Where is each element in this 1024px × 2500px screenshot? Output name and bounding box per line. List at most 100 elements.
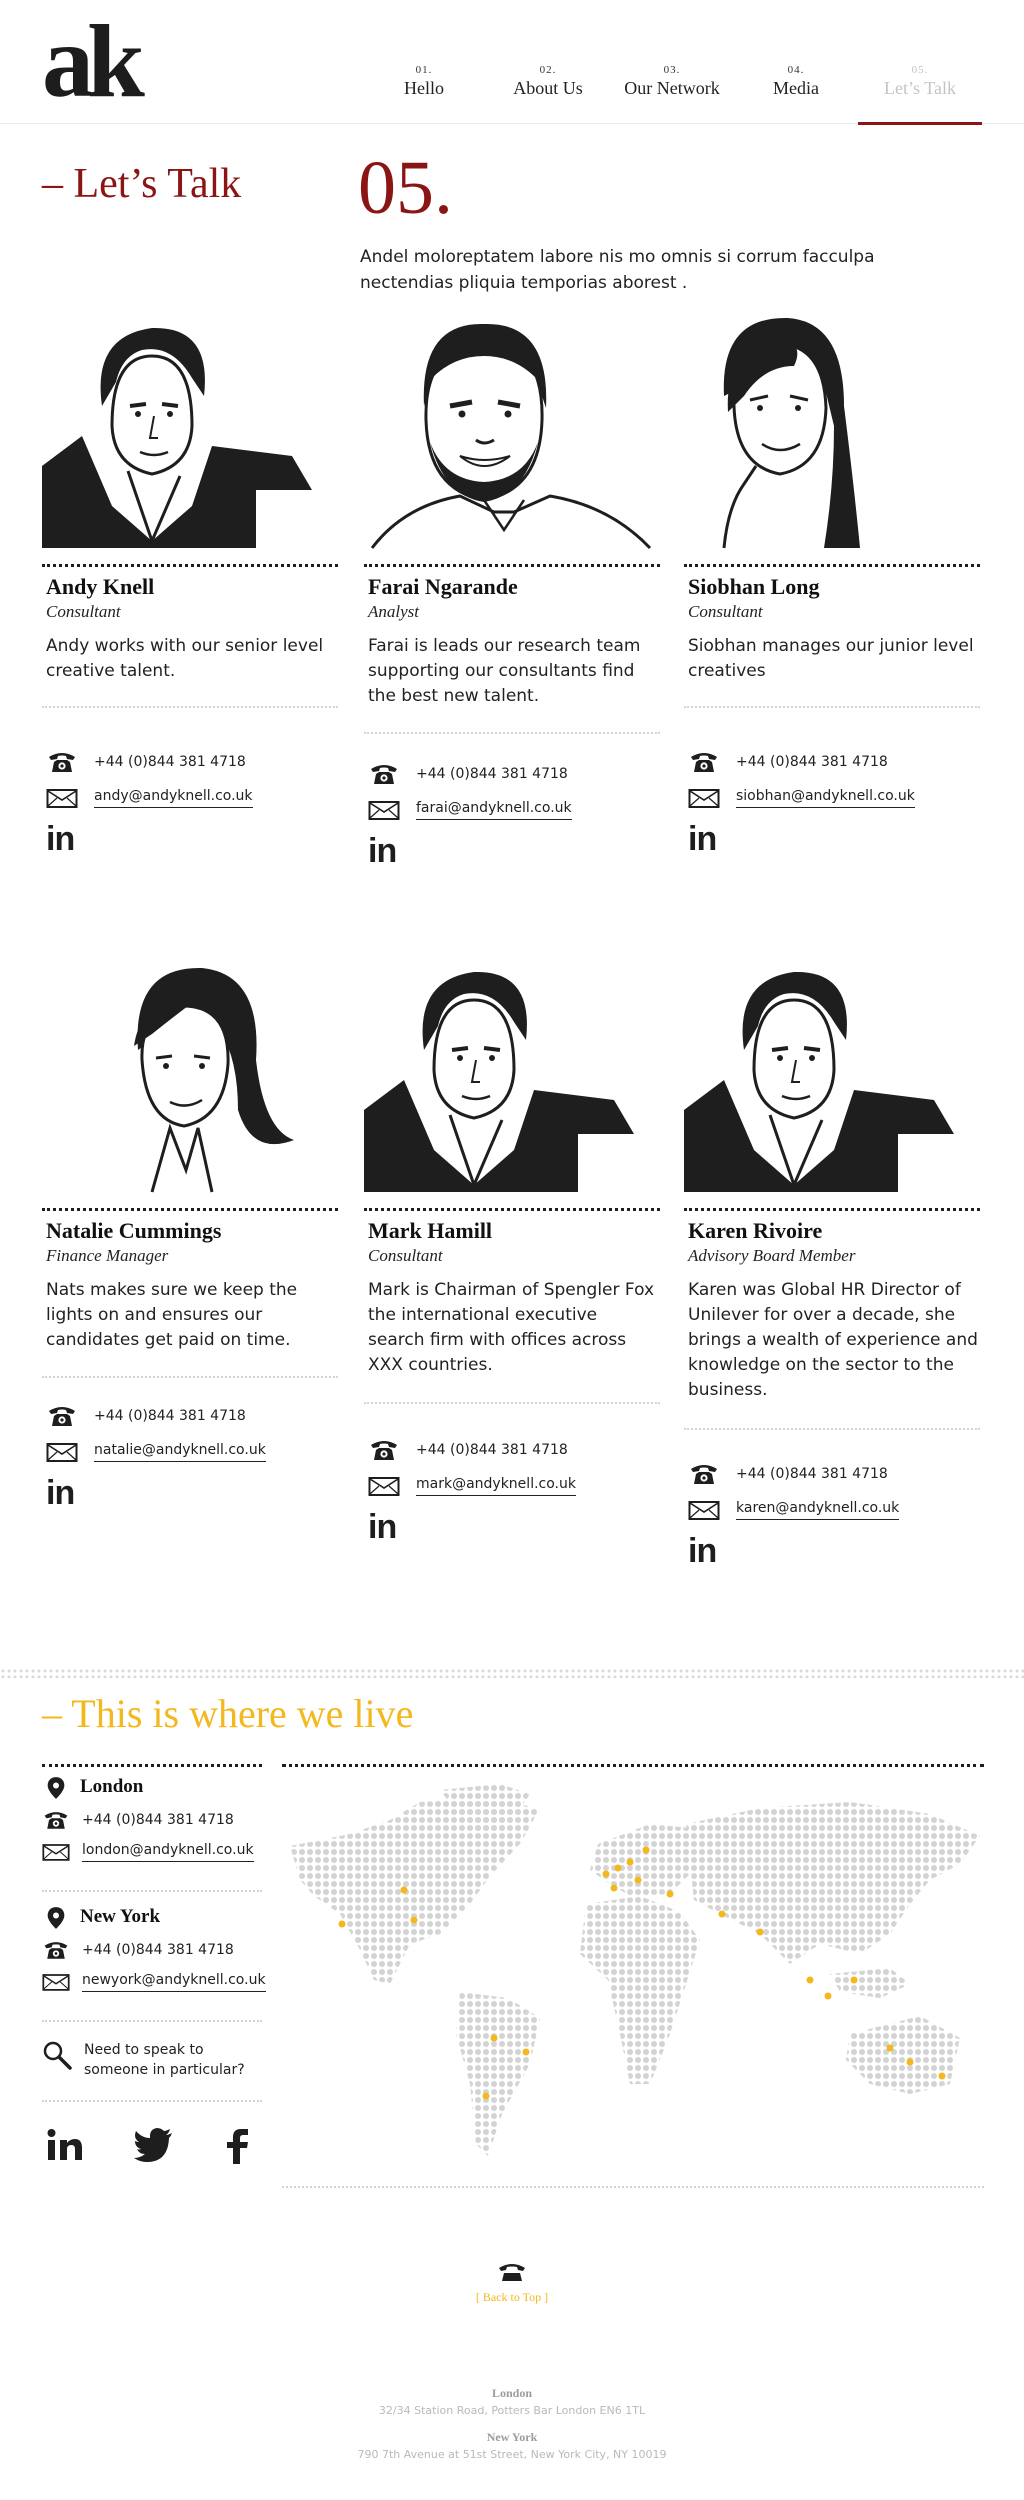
linkedin-icon[interactable]: in (368, 1508, 397, 1547)
speak-text: Need to speak to someone in particular? (84, 2042, 245, 2078)
divider (282, 1764, 984, 1767)
phone-icon (688, 750, 720, 774)
twitter-icon[interactable] (134, 2128, 174, 2162)
email-icon (368, 1474, 400, 1498)
search-icon (43, 2041, 72, 2070)
nav-label: Our Network (624, 78, 720, 98)
linkedin-icon[interactable]: in (46, 820, 75, 859)
phone-number: +44 (0)844 381 4718 (736, 1466, 888, 1482)
member-name: Mark Hamill (368, 1218, 493, 1243)
phone-icon (688, 1462, 720, 1486)
phone-icon (46, 1404, 78, 1428)
nav-item-lets-talk[interactable]: 05. Let’s Talk (858, 64, 982, 99)
phone-icon (368, 762, 400, 786)
back-to-top-button[interactable]: [ Back to Top ] (462, 2262, 562, 2305)
member-bio: Farai is leads our research team support… (368, 636, 641, 706)
footer-address: 790 7th Avenue at 51st Street, New York … (357, 2448, 667, 2461)
email-link[interactable]: natalie@andyknell.co.uk (94, 1442, 266, 1462)
portrait-mark-image (364, 971, 634, 1192)
email-link[interactable]: karen@andyknell.co.uk (736, 1500, 900, 1520)
nav-label: About Us (513, 78, 583, 98)
portrait-karen-image (684, 971, 954, 1192)
phone-row: +44 (0)844 381 4718 (688, 748, 888, 776)
footer-city: New York (486, 2430, 538, 2444)
member-name: Andy Knell (46, 574, 155, 599)
divider (42, 1764, 262, 1767)
member-name: Farai Ngarande (368, 574, 518, 599)
linkedin-icon[interactable]: in (688, 820, 717, 859)
footer-city: London (491, 2386, 533, 2400)
member-name: Karen Rivoire (688, 1218, 823, 1243)
office-name-london: London (80, 1776, 144, 1797)
portrait-natalie-image (134, 967, 294, 1193)
section-title: – Let’s Talk (42, 161, 242, 207)
logo[interactable]: ak (42, 10, 145, 114)
email-row: mark@andyknell.co.uk (368, 1472, 576, 1500)
nav-number: 02. (539, 64, 557, 76)
speak-to-someone-link[interactable]: Need to speak to someone in particular? (42, 2040, 264, 2080)
member-role: Advisory Board Member (688, 1246, 856, 1265)
member-name: Siobhan Long (688, 574, 820, 599)
member-name: Natalie Cummings (46, 1218, 222, 1243)
intro-text: Andel moloreptatem labore nis mo omnis s… (360, 247, 875, 293)
office-email-row: london@andyknell.co.uk (42, 1840, 254, 1864)
nav-item-hello[interactable]: 01. Hello (362, 64, 486, 99)
nav-label: Media (773, 78, 819, 98)
member-role: Consultant (46, 602, 121, 621)
email-icon (688, 1498, 720, 1522)
phone-row: +44 (0)844 381 4718 (46, 1402, 246, 1430)
member-bio: Andy works with our senior level creativ… (46, 636, 324, 681)
email-link[interactable]: farai@andyknell.co.uk (416, 800, 572, 820)
phone-number: +44 (0)844 381 4718 (82, 1812, 234, 1828)
phone-number: +44 (0)844 381 4718 (416, 766, 568, 782)
phone-row: +44 (0)844 381 4718 (688, 1460, 888, 1488)
email-row: karen@andyknell.co.uk (688, 1496, 900, 1524)
section-number: 05. (358, 146, 453, 230)
linkedin-icon[interactable]: in (368, 832, 397, 871)
member-bio: Siobhan manages our junior level creativ… (688, 636, 974, 681)
member-role: Consultant (688, 602, 763, 621)
email-link[interactable]: london@andyknell.co.uk (82, 1842, 254, 1862)
portrait-siobhan-image (722, 317, 860, 549)
email-link[interactable]: newyork@andyknell.co.uk (82, 1972, 266, 1992)
live-section-title: – This is where we live (42, 1691, 414, 1736)
nav-item-media[interactable]: 04. Media (734, 64, 858, 99)
office-email-row: newyork@andyknell.co.uk (42, 1970, 266, 1994)
phone-number: +44 (0)844 381 4718 (94, 1408, 246, 1424)
email-link[interactable]: mark@andyknell.co.uk (416, 1476, 576, 1496)
email-row: siobhan@andyknell.co.uk (688, 784, 915, 812)
nav-item-about-us[interactable]: 02. About Us (486, 64, 610, 99)
phone-icon (368, 1438, 400, 1462)
email-icon (46, 1440, 78, 1464)
email-icon (688, 786, 720, 810)
phone-row: +44 (0)844 381 4718 (46, 748, 246, 776)
footer-address: 32/34 Station Road, Potters Bar London E… (378, 2404, 646, 2417)
email-icon (46, 786, 78, 810)
nav-item-our-network[interactable]: 03. Our Network (610, 64, 734, 99)
email-link[interactable]: siobhan@andyknell.co.uk (736, 788, 915, 808)
email-icon (42, 1841, 70, 1863)
nav-number: 01. (415, 64, 433, 76)
email-link[interactable]: andy@andyknell.co.uk (94, 788, 253, 808)
email-row: natalie@andyknell.co.uk (46, 1438, 266, 1466)
office-phone-row: +44 (0)844 381 4718 (42, 1938, 234, 1962)
linkedin-icon[interactable]: in (46, 1474, 75, 1513)
facebook-icon[interactable] (226, 2128, 250, 2164)
member-role: Consultant (368, 1246, 443, 1265)
linkedin-icon[interactable] (46, 2128, 84, 2162)
phone-number: +44 (0)844 381 4718 (416, 1442, 568, 1458)
email-row: farai@andyknell.co.uk (368, 796, 572, 824)
member-bio: Karen was Global HR Director of Unilever… (688, 1280, 978, 1400)
nav-number: 04. (787, 64, 805, 76)
phone-row: +44 (0)844 381 4718 (368, 760, 568, 788)
back-to-top-label: [ Back to Top ] (475, 2290, 549, 2304)
phone-number: +44 (0)844 381 4718 (82, 1942, 234, 1958)
phone-icon (42, 1809, 70, 1831)
member-bio: Mark is Chairman of Spengler Fox the int… (368, 1280, 655, 1375)
phone-icon (42, 1939, 70, 1961)
office-name-new-york: New York (80, 1906, 161, 1927)
linkedin-icon[interactable]: in (688, 1532, 717, 1571)
office-phone-row: +44 (0)844 381 4718 (42, 1808, 234, 1832)
world-map-image (290, 1784, 980, 2156)
portrait-farai-image (370, 323, 652, 550)
